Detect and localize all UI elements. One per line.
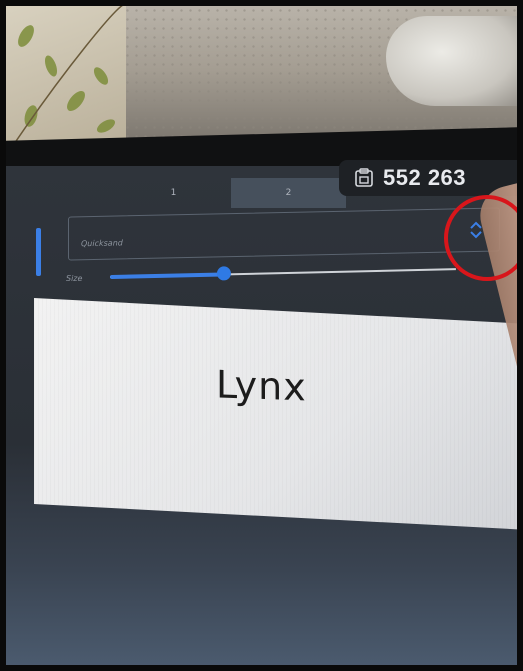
font-select[interactable]: Quicksand [68,207,500,261]
counter-value: 552 263 [383,165,467,190]
font-preview-card: Lynx [34,298,517,530]
counter-badge: 552 263 [339,160,517,196]
leaf-pattern-icon [6,6,126,157]
tab-1[interactable]: 1 [116,178,231,208]
font-preview-text: Lynx [216,362,307,410]
tab-bar: 1 2 [116,178,346,208]
wallpaper-backdrop [6,6,126,157]
size-slider-fill [109,272,225,279]
selection-indicator [36,228,41,276]
size-slider-thumb[interactable] [216,266,232,281]
font-select-value: Quicksand [81,238,123,249]
ceiling-duct [386,16,517,106]
size-slider[interactable] [109,266,456,281]
photo-frame: 1 2 552 263 Quicksand Size Lynx [0,0,523,671]
annotation-circle [444,195,517,281]
tab-2[interactable]: 2 [231,178,346,208]
display-screen: 1 2 552 263 Quicksand Size Lynx [6,160,517,665]
badge-icon [355,168,373,187]
size-label: Size [66,274,83,283]
